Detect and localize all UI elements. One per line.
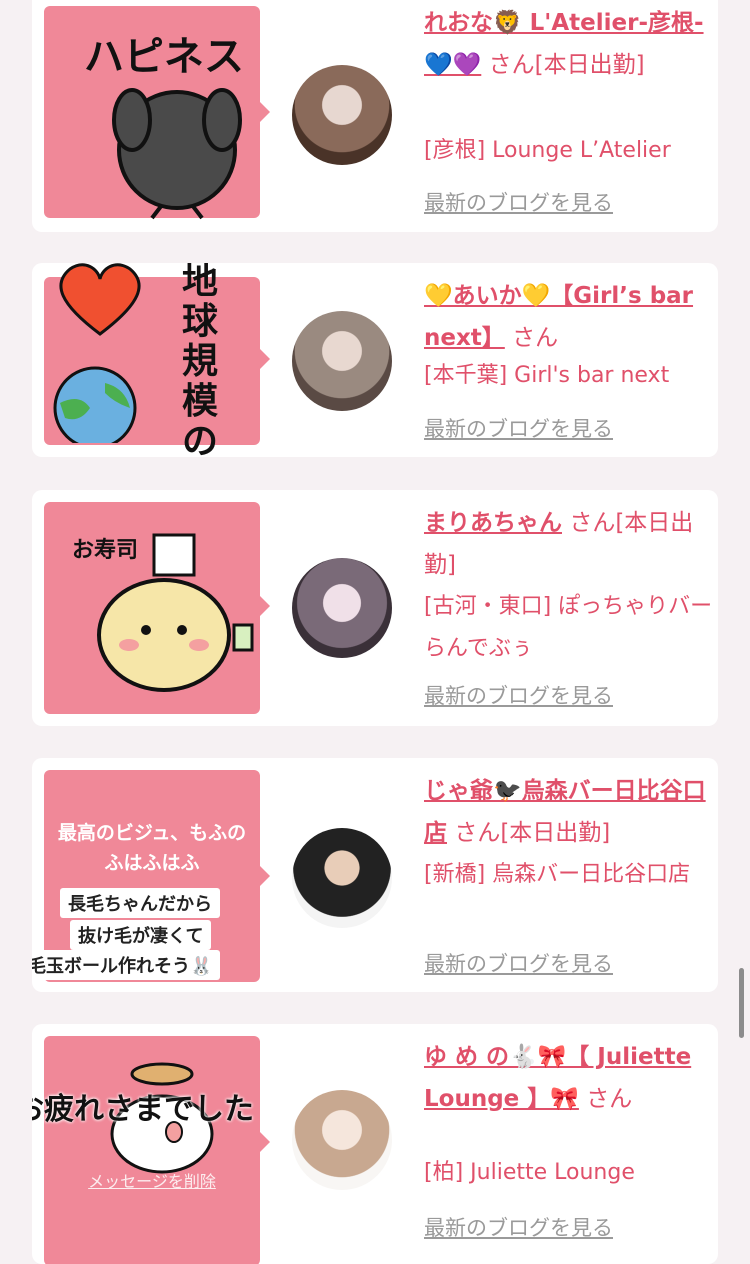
san-label: さん [586,1086,633,1112]
sticker-text: 地球規模のラブ [182,263,219,457]
sticker-text: 長毛ちゃんだから [60,888,220,918]
blog-card: お寿司 まりあちゃん さん[本日出勤] [古河・東口] ぽっちゃりバー らんでぶ… [32,490,718,726]
blog-link[interactable]: 最新のブログを見る [424,187,613,217]
blog-card: ハピネス れおな🦁 L'Atelier-彦根-💙💜 さん[本日出勤] [彦根] … [32,0,718,232]
san-label: さん [569,510,616,536]
avatar[interactable] [292,1090,392,1190]
bubble-text: 最高のビジュ、もふのふはふはふ [57,822,247,874]
san-label: さん [488,52,535,78]
earth-icon [53,366,137,443]
sticker-text: 毛玉ボール作れそう🐰 [32,950,221,980]
blog-link[interactable]: 最新のブログを見る [424,1212,613,1242]
avatar[interactable] [292,65,392,165]
avatar[interactable] [292,828,392,928]
san-label: さん [454,820,501,846]
blog-card: お疲れさまでした メッセージを削除 ゆ め の🐇🎀【 Juliette Loun… [32,1024,718,1264]
avatar[interactable] [292,558,392,658]
bird-sticker-icon [112,88,242,220]
sticker-text: お疲れさまでした [32,1092,254,1127]
sticker-text: 抜け毛が凄くて [70,920,212,950]
cast-name-link[interactable]: ゆ め の🐇🎀【 Juliette Lounge 】🎀 [424,1044,691,1112]
delete-message-link[interactable]: メッセージを削除 [44,1168,260,1192]
blog-card: 最高のビジュ、もふのふはふはふ 長毛ちゃんだから 抜け毛が凄くて 毛玉ボール作れ… [32,758,718,992]
shop-label: [彦根] Lounge L’Atelier [424,138,671,163]
avatar[interactable] [292,311,392,411]
shop-label: [柏] Juliette Lounge [424,1160,635,1185]
shop-label: [本千葉] Girl's bar next [424,363,670,388]
blog-link[interactable]: 最新のブログを見る [424,948,613,978]
status-label: [本日出勤] [534,52,645,78]
san-label: さん [512,325,559,351]
blog-link[interactable]: 最新のブログを見る [424,680,613,710]
shop-label: [新橋] 烏森バー日比谷口店 [424,862,691,887]
shop-label: [古河・東口] ぽっちゃりバー らんでぶぅ [424,594,713,661]
status-label: [本日出勤] [500,820,611,846]
heart-icon [59,263,141,336]
cast-name-link[interactable]: まりあちゃん [424,510,562,536]
scrollbar[interactable] [739,968,744,1038]
sushi-chef-icon [97,533,254,692]
blog-link[interactable]: 最新のブログを見る [424,413,613,443]
cast-name-link[interactable]: 💛あいか💛【Girl’s bar next】 [424,283,693,351]
blog-card: 地球規模のラブ 💛あいか💛【Girl’s bar next】 さん [本千葉] … [32,263,718,457]
